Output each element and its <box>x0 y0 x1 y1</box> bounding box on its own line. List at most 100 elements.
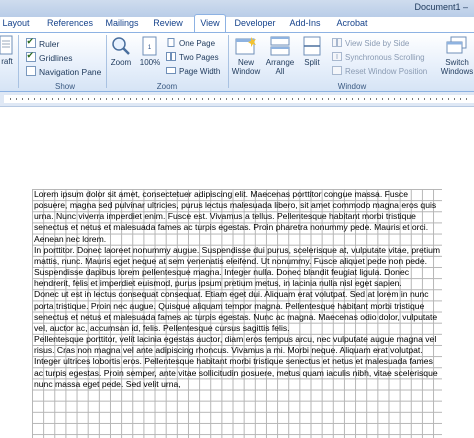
two-pages-button[interactable]: Two Pages <box>166 52 219 62</box>
gridlines-checkbox[interactable]: Gridlines <box>26 50 73 63</box>
ruler-tick <box>436 98 437 100</box>
document-area[interactable]: Lorem ipsum dolor sit amet, consectetuer… <box>0 107 474 438</box>
ruler-tick <box>454 98 455 100</box>
tab-add-ins[interactable]: Add-Ins <box>286 15 324 32</box>
arrange-all-label-line2: All <box>275 67 285 76</box>
ruler-tick <box>208 98 209 100</box>
ruler-tick <box>262 98 263 100</box>
synchronous-scrolling-label: Synchronous Scrolling <box>345 53 425 62</box>
checkbox-unchecked-icon <box>26 66 36 76</box>
ruler-tick <box>280 98 281 100</box>
page-100-icon: 1 <box>142 36 157 56</box>
view-side-by-side-button[interactable]: View Side by Side <box>332 38 409 48</box>
navigation-pane-checkbox[interactable]: Navigation Pane <box>26 66 101 77</box>
tab-view[interactable]: View <box>194 14 226 33</box>
paragraph[interactable]: Pellentesque porttitor, velit lacinia eg… <box>32 334 442 390</box>
horizontal-ruler[interactable] <box>0 92 474 107</box>
tab-mailings[interactable]: Mailings <box>102 15 142 32</box>
ruler-tick <box>190 98 191 100</box>
ruler-tick <box>448 98 449 100</box>
ruler-tick <box>28 98 29 100</box>
ruler-tick <box>142 98 143 100</box>
reset-window-position-icon <box>332 66 342 75</box>
ruler-tick <box>172 98 173 100</box>
ruler-tick <box>88 98 89 100</box>
page-width-icon <box>166 67 176 74</box>
ruler-tick <box>268 98 269 100</box>
ruler-tick <box>316 98 317 100</box>
one-page-label: One Page <box>179 39 216 48</box>
zoom-button[interactable]: Zoom <box>108 36 134 67</box>
ruler-tick <box>370 98 371 100</box>
page-width-button[interactable]: Page Width <box>166 66 220 76</box>
ruler-tick <box>364 98 365 100</box>
page-width-label: Page Width <box>179 67 221 76</box>
tab-acrobat[interactable]: Acrobat <box>334 15 370 32</box>
ruler-tick <box>16 98 17 100</box>
ruler-tick <box>424 98 425 100</box>
side-by-side-icon <box>332 38 342 47</box>
synchronous-scrolling-button[interactable]: Synchronous Scrolling <box>332 52 425 62</box>
ruler-tick <box>346 98 347 100</box>
ruler-tick <box>40 98 41 100</box>
ruler-tick <box>406 98 407 100</box>
ribbon-tabs: Layout References Mailings Review View D… <box>0 13 474 33</box>
ruler-tick <box>466 98 467 100</box>
ruler-tick <box>226 98 227 100</box>
ruler-tick <box>256 98 257 100</box>
ruler-tick <box>232 98 233 100</box>
split-label: Split <box>304 58 320 67</box>
synchronous-scrolling-icon <box>332 52 342 61</box>
reset-window-position-label: Reset Window Position <box>345 67 428 76</box>
ruler-tick <box>46 98 47 100</box>
reset-window-position-button[interactable]: Reset Window Position <box>332 66 427 76</box>
ruler-tick <box>418 98 419 100</box>
zoom-label: Zoom <box>110 58 132 67</box>
zoom-100-button[interactable]: 1 100% <box>138 36 162 67</box>
navigation-pane-label: Navigation Pane <box>39 67 102 77</box>
new-window-button[interactable]: New Window <box>230 36 262 76</box>
ruler-tick <box>238 98 239 100</box>
ruler-tick <box>214 98 215 100</box>
split-button[interactable]: Split <box>298 36 326 67</box>
ruler-tick <box>70 98 71 100</box>
paragraph[interactable]: Donec ut est in lectus consequat consequ… <box>32 289 442 334</box>
two-pages-label: Two Pages <box>179 53 219 62</box>
document-body[interactable]: Lorem ipsum dolor sit amet, consectetuer… <box>32 189 442 438</box>
tab-references[interactable]: References <box>44 15 96 32</box>
separator <box>228 35 229 88</box>
draft-button[interactable]: raft <box>0 35 14 66</box>
ruler-tick <box>298 98 299 100</box>
paragraph[interactable]: In porttitor. Donec laoreet nonummy augu… <box>32 245 442 290</box>
ruler-tick <box>202 98 203 100</box>
ruler-tick <box>400 98 401 100</box>
ruler-tick <box>76 98 77 100</box>
ruler-tick <box>154 98 155 100</box>
tab-review[interactable]: Review <box>150 15 186 32</box>
tab-developer[interactable]: Developer <box>232 15 278 32</box>
tab-page-layout[interactable]: Layout <box>0 15 32 32</box>
switch-windows-button[interactable]: Switch Windows <box>440 36 474 76</box>
one-page-button[interactable]: One Page <box>166 38 215 48</box>
ruler-tick <box>178 98 179 100</box>
new-window-icon <box>235 37 256 55</box>
ruler-tick <box>118 98 119 100</box>
ruler-tick <box>412 98 413 100</box>
arrange-all-button[interactable]: Arrange All <box>264 36 296 76</box>
ruler-track <box>4 95 474 103</box>
ruler-tick <box>460 98 461 100</box>
draft-icon <box>0 35 13 55</box>
ruler-tick <box>136 98 137 100</box>
paragraph[interactable]: Lorem ipsum dolor sit amet, consectetuer… <box>32 189 442 245</box>
ruler-tick <box>130 98 131 100</box>
ruler-tick <box>274 98 275 100</box>
new-window-label-line1: New <box>237 58 254 67</box>
ruler-tick <box>394 98 395 100</box>
separator <box>18 35 19 88</box>
ruler-tick <box>286 98 287 100</box>
ruler-checkbox[interactable]: Ruler <box>26 36 59 49</box>
ruler-tick <box>112 98 113 100</box>
checkbox-checked-icon <box>26 36 36 48</box>
checkbox-checked-icon <box>26 50 36 62</box>
ruler-tick <box>160 98 161 100</box>
